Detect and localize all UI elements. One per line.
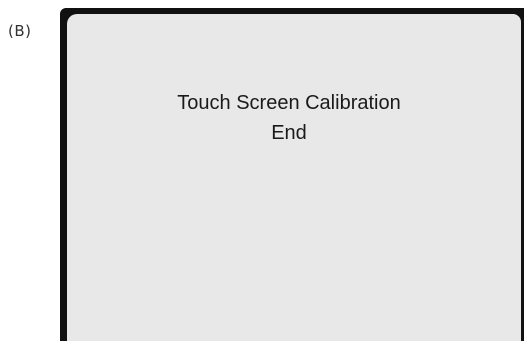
figure-panel: (B) Touch Screen Calibration End: [0, 0, 524, 341]
calibration-title: Touch Screen Calibration: [177, 92, 401, 114]
touch-screen-display[interactable]: Touch Screen Calibration End: [67, 14, 521, 341]
calibration-status: End: [271, 122, 307, 144]
panel-label: (B): [8, 22, 32, 40]
